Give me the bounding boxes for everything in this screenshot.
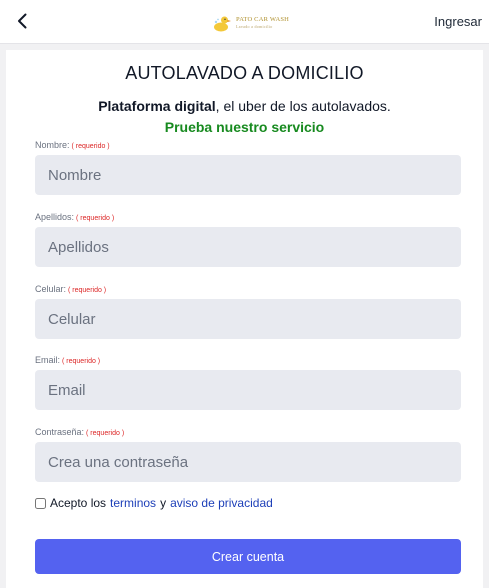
- phone-label: Celular:( requerido ): [35, 284, 107, 294]
- brand-logo[interactable]: PATO CAR WASH Lavado a domicilio: [212, 11, 292, 35]
- terms-checkbox[interactable]: [35, 497, 46, 509]
- subtitle-bold: Plataforma digital: [98, 98, 216, 114]
- lastname-input[interactable]: [35, 227, 461, 267]
- duck-icon: [214, 16, 231, 32]
- cta-text: Prueba nuestro servicio: [164, 119, 325, 135]
- subtitle-rest: , el uber de los autolavados.: [215, 98, 391, 114]
- password-label: Contraseña:( requerido ): [35, 427, 125, 437]
- terms-prefix: Acepto los: [50, 496, 107, 510]
- chevron-left-icon: [18, 13, 27, 29]
- create-account-button[interactable]: Crear cuenta: [35, 539, 461, 574]
- terms-and: y: [160, 496, 167, 510]
- page-title: AUTOLAVADO A DOMICILIO: [125, 63, 364, 83]
- email-label: Email:( requerido ): [35, 355, 101, 365]
- privacy-link[interactable]: aviso de privacidad: [170, 496, 273, 510]
- logo-name: PATO CAR WASH: [236, 15, 290, 23]
- login-link[interactable]: Ingresar: [434, 14, 482, 29]
- required-tag: ( requerido ): [86, 430, 125, 437]
- email-input[interactable]: [35, 370, 461, 410]
- required-tag: ( requerido ): [68, 287, 107, 294]
- terms-row: Acepto los terminos y aviso de privacidad: [35, 495, 273, 511]
- required-tag: ( requerido ): [62, 358, 101, 365]
- phone-input[interactable]: [35, 299, 461, 339]
- required-tag: ( requerido ): [76, 215, 115, 222]
- required-tag: ( requerido ): [71, 143, 110, 150]
- back-button[interactable]: [12, 9, 32, 33]
- lastname-label: Apellidos:( requerido ): [35, 212, 115, 222]
- name-label: Nombre:( requerido ): [35, 140, 110, 150]
- page-subtitle: Plataforma digital, el uber de los autol…: [0, 98, 489, 114]
- password-input[interactable]: [35, 442, 461, 482]
- terms-link[interactable]: terminos: [110, 496, 156, 510]
- logo-tagline: Lavado a domicilio: [236, 24, 273, 30]
- top-navbar: PATO CAR WASH Lavado a domicilio Ingresa…: [0, 0, 489, 44]
- name-input[interactable]: [35, 155, 461, 195]
